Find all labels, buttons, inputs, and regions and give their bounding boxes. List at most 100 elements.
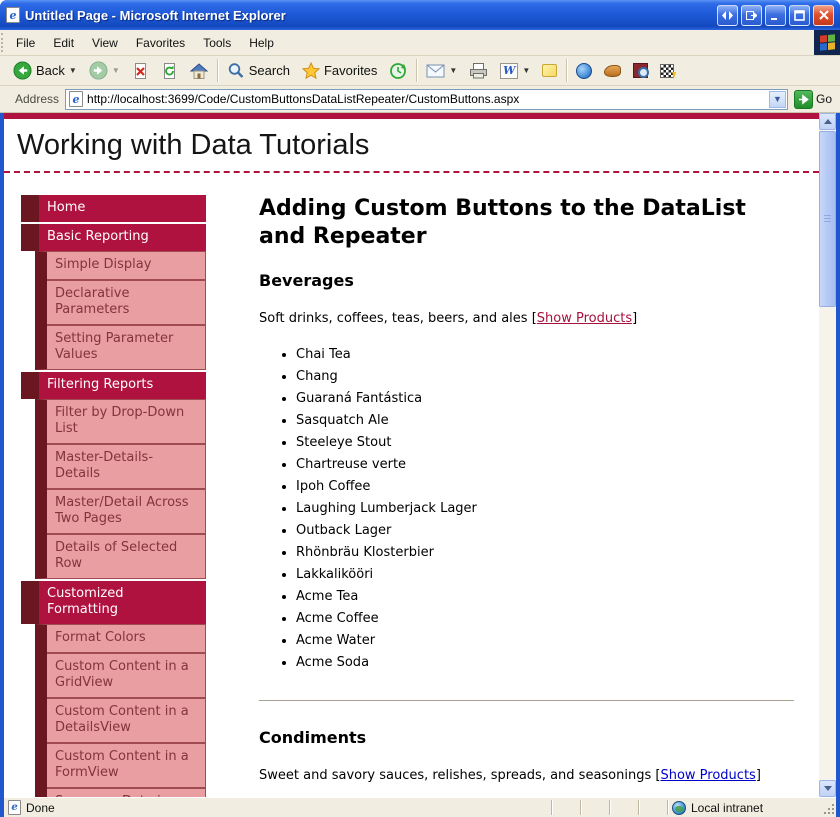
sidebar-item-master-details-details[interactable]: Master-Details-Details — [47, 443, 205, 488]
book-magnifier-icon — [633, 63, 648, 78]
article-content: Adding Custom Buttons to the DataList an… — [259, 195, 794, 784]
search-button[interactable]: Search — [221, 58, 296, 84]
product-item: Guaraná Fantástica — [296, 391, 794, 406]
category-heading: Beverages — [259, 271, 794, 290]
menu-edit[interactable]: Edit — [44, 32, 83, 54]
product-item: Acme Water — [296, 633, 794, 648]
product-item: Sasquatch Ale — [296, 413, 794, 428]
menu-file[interactable]: File — [7, 32, 44, 54]
history-button[interactable] — [383, 58, 413, 84]
edit-with-word-button[interactable]: W ▼ — [494, 59, 536, 83]
back-icon — [13, 61, 32, 80]
sidebar-item-label: Home — [39, 195, 206, 222]
go-arrow-icon — [794, 90, 813, 109]
sidebar-item-format-colors[interactable]: Format Colors — [47, 625, 205, 652]
sidebar-item-filter-by-drop-down-list[interactable]: Filter by Drop-Down List — [47, 400, 205, 443]
messenger-sphere-icon — [576, 63, 592, 79]
addon-button-1[interactable] — [598, 61, 627, 81]
menu-help[interactable]: Help — [240, 32, 283, 54]
category-heading: Condiments — [259, 728, 794, 747]
globe-icon — [672, 801, 686, 815]
favorites-button[interactable]: Favorites — [296, 58, 383, 84]
sidebar-offset-block — [21, 372, 39, 399]
mail-dropdown-caret[interactable]: ▼ — [449, 66, 457, 75]
sidebar-item-details-of-selected-row[interactable]: Details of Selected Row — [47, 533, 205, 578]
sidebar-item-custom-content-in-a-gridview[interactable]: Custom Content in a GridView — [47, 652, 205, 697]
address-input[interactable]: e http://localhost:3699/Code/CustomButto… — [65, 89, 788, 110]
titlebar-detach-button[interactable] — [741, 5, 762, 26]
sidebar-item-filtering-reports[interactable]: Filtering Reports — [21, 372, 206, 399]
refresh-button[interactable] — [155, 58, 184, 84]
toolbar-separator — [566, 59, 567, 82]
site-title: Working with Data Tutorials — [4, 119, 819, 173]
mail-button[interactable]: ▼ — [420, 59, 463, 82]
statusbar-pane — [581, 798, 609, 817]
research-button[interactable] — [627, 59, 654, 82]
forward-dropdown-caret: ▼ — [112, 66, 120, 75]
home-button[interactable] — [184, 58, 214, 84]
security-zone-pane: Local intranet — [668, 801, 820, 815]
product-item: Chai Tea — [296, 347, 794, 362]
product-item: Laughing Lumberjack Lager — [296, 501, 794, 516]
chevron-down-icon — [824, 786, 832, 791]
discuss-button[interactable] — [536, 60, 563, 81]
sidebar-item-master-detail-across-two-pages[interactable]: Master/Detail Across Two Pages — [47, 488, 205, 533]
forward-button[interactable]: ▼ — [83, 57, 126, 84]
windows-logo-throbber — [814, 30, 840, 55]
back-dropdown-caret[interactable]: ▼ — [69, 66, 77, 75]
sidebar-offset-block — [21, 581, 39, 624]
back-button[interactable]: Back ▼ — [7, 57, 83, 84]
sidebar-item-summary-data-in-footer[interactable]: Summary Data in Footer — [47, 787, 205, 797]
toolbar-separator — [217, 59, 218, 82]
show-products-link[interactable]: Show Products — [660, 768, 755, 783]
minimize-button[interactable] — [765, 5, 786, 26]
resize-grip[interactable] — [820, 800, 836, 816]
product-list: Chai TeaChangGuaraná FantásticaSasquatch… — [259, 347, 794, 670]
close-button[interactable] — [813, 5, 834, 26]
edit-dropdown-caret[interactable]: ▼ — [522, 66, 530, 75]
zone-label: Local intranet — [691, 801, 763, 815]
product-item: Rhönbräu Klosterbier — [296, 545, 794, 560]
go-button[interactable]: Go — [793, 89, 836, 110]
window-title: Untitled Page - Microsoft Internet Explo… — [25, 8, 714, 23]
sidebar-item-customized-formatting[interactable]: Customized Formatting — [21, 581, 206, 624]
titlebar-arrows-button[interactable] — [717, 5, 738, 26]
sidebar-offset-block — [21, 224, 39, 251]
mail-icon — [426, 63, 445, 78]
sidebar-item-simple-display[interactable]: Simple Display — [47, 252, 205, 279]
home-icon — [190, 62, 208, 80]
page-heading: Adding Custom Buttons to the DataList an… — [259, 195, 794, 251]
messenger-button[interactable] — [570, 59, 598, 83]
addon-button-2[interactable] — [654, 60, 680, 82]
sidebar-submenu: Simple DisplayDeclarative ParametersSett… — [35, 251, 206, 370]
scrollbar-thumb[interactable] — [819, 131, 836, 307]
menu-favorites[interactable]: Favorites — [127, 32, 194, 54]
stop-button[interactable] — [126, 58, 155, 84]
menubar-grip[interactable] — [1, 33, 6, 52]
menu-bar: File Edit View Favorites Tools Help — [0, 30, 840, 56]
stop-icon — [132, 62, 149, 80]
address-dropdown-button[interactable]: ▼ — [769, 91, 786, 108]
maximize-button[interactable] — [789, 5, 810, 26]
product-item: Chartreuse verte — [296, 457, 794, 472]
sidebar-item-home[interactable]: Home — [21, 195, 206, 222]
refresh-icon — [161, 62, 178, 80]
address-url[interactable]: http://localhost:3699/Code/CustomButtons… — [87, 92, 765, 106]
forward-icon — [89, 61, 108, 80]
sidebar-item-custom-content-in-a-formview[interactable]: Custom Content in a FormView — [47, 742, 205, 787]
status-text: Done — [26, 801, 55, 815]
sidebar-item-label: Filtering Reports — [39, 372, 206, 399]
go-label: Go — [816, 92, 832, 106]
sidebar-item-setting-parameter-values[interactable]: Setting Parameter Values — [47, 324, 205, 369]
vertical-scrollbar[interactable] — [819, 113, 836, 797]
scroll-down-button[interactable] — [819, 780, 836, 797]
product-item: Steeleye Stout — [296, 435, 794, 450]
menu-tools[interactable]: Tools — [194, 32, 240, 54]
sidebar-item-declarative-parameters[interactable]: Declarative Parameters — [47, 279, 205, 324]
sidebar-item-basic-reporting[interactable]: Basic Reporting — [21, 224, 206, 251]
print-button[interactable] — [463, 58, 494, 83]
sidebar-item-custom-content-in-a-detailsview[interactable]: Custom Content in a DetailsView — [47, 697, 205, 742]
menu-view[interactable]: View — [83, 32, 127, 54]
show-products-link[interactable]: Show Products — [537, 311, 632, 326]
scroll-up-button[interactable] — [819, 113, 836, 130]
